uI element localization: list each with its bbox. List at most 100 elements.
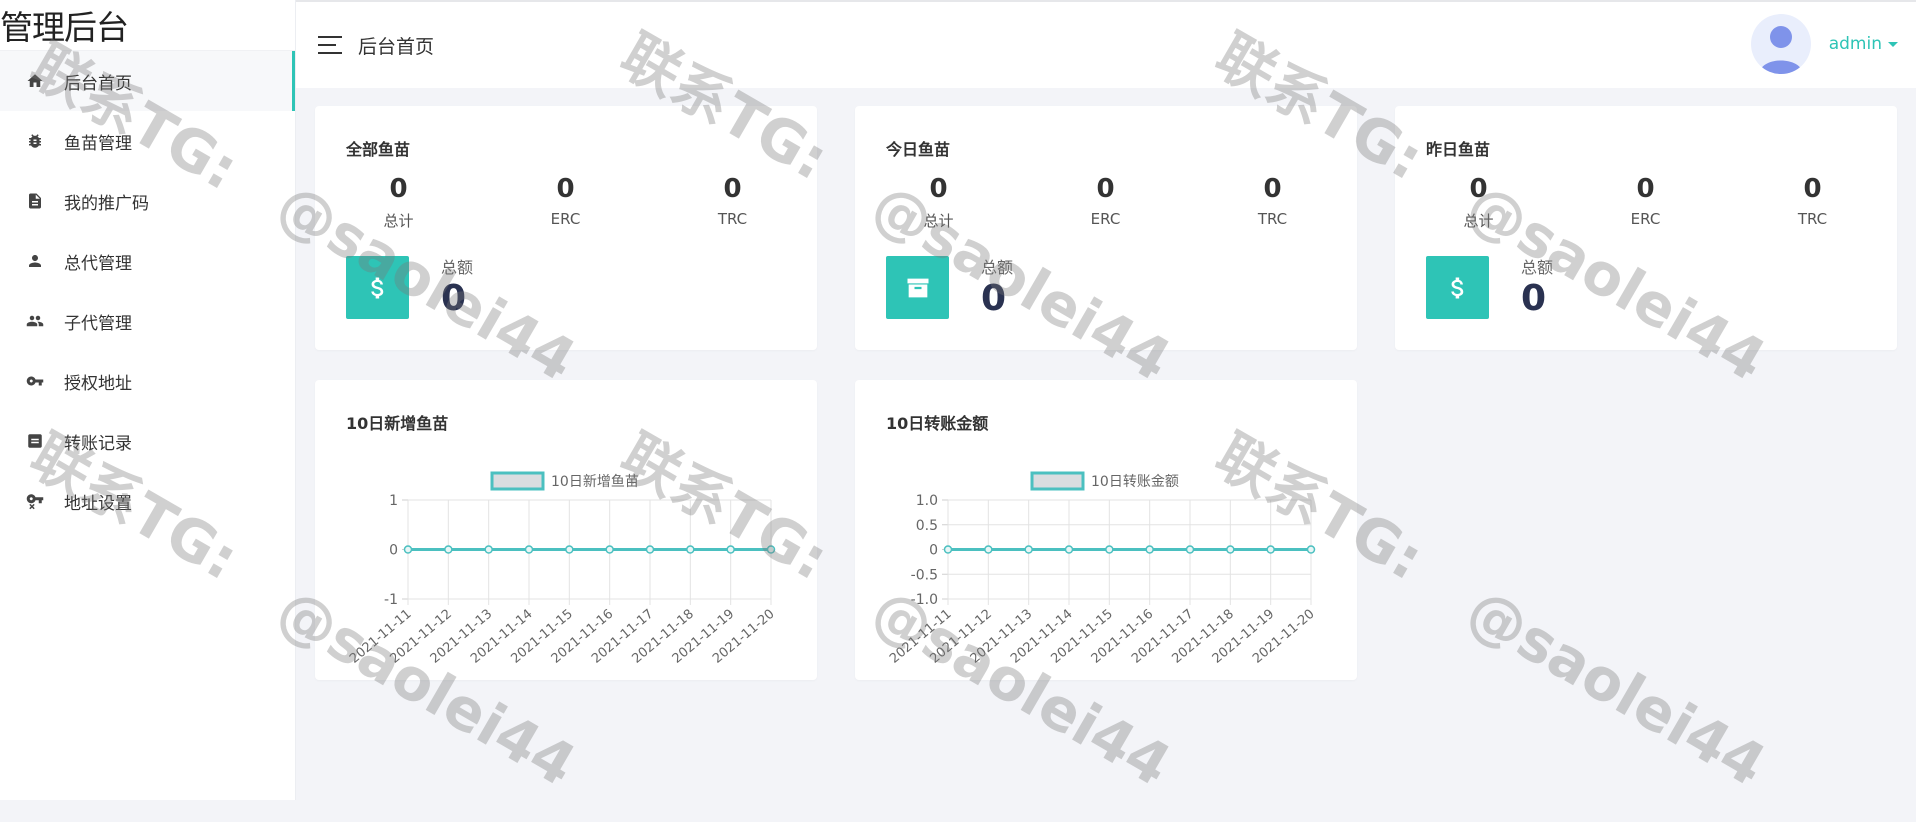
y-tick-label: 1 xyxy=(389,493,398,509)
stat-trc: 0 TRC xyxy=(1729,172,1896,231)
stat-erc: 0 ERC xyxy=(482,172,649,231)
y-tick-label: -1 xyxy=(384,592,398,608)
avatar xyxy=(1750,14,1811,74)
y-tick-label: 0 xyxy=(389,543,398,559)
chart-card-transfer-amount: 10日转账金额 10日转账金额 1.0 0.5 0 -0.5 -1.0 2021-11-11… xyxy=(855,380,1357,680)
sidebar: 管理后台 后台首页 鱼苗管理 我的推广码 总代管理 子代管理 授权地址 转账记录… xyxy=(0,0,296,800)
data-point xyxy=(1226,545,1235,554)
legend-swatch xyxy=(490,471,545,491)
top-header: 后台首页 admin xyxy=(296,0,1916,88)
data-point xyxy=(1306,545,1316,554)
card-title: 昨日鱼苗 xyxy=(1426,140,1491,159)
username: admin xyxy=(1828,34,1882,54)
chart-card-new-fish: 10日新增鱼苗 10日新增鱼苗 1 0 -1 2021-11-11 2021-11-12 2… xyxy=(315,380,817,680)
stat-value: 0 xyxy=(1803,174,1822,204)
sidebar-item-general-agent[interactable]: 总代管理 xyxy=(0,231,295,291)
line-chart-transfer-amount: 10日转账金额1.00.50-0.5-1.02021-11-112021-11-… xyxy=(887,471,1318,667)
list-icon xyxy=(24,430,46,452)
dollar-icon xyxy=(1426,256,1489,319)
legend-label: 10日转账金额 xyxy=(1091,474,1179,490)
card-all-fish: 全部鱼苗 0 总计 0 ERC 0 TRC 总额 0 xyxy=(315,106,817,350)
stat-value: 0 xyxy=(1636,174,1655,204)
stat-trc: 0 TRC xyxy=(649,172,816,231)
data-point xyxy=(565,545,574,554)
sidebar-item-label: 后台首页 xyxy=(64,73,132,94)
card-title: 今日鱼苗 xyxy=(886,140,951,159)
archive-icon xyxy=(886,256,949,319)
legend-swatch xyxy=(1030,471,1085,491)
chevron-down-icon xyxy=(1888,41,1898,47)
total-value: 0 xyxy=(1521,278,1547,319)
watermark-handle: @saolei44 xyxy=(1456,575,1777,800)
stat-total: 0 总计 xyxy=(315,172,482,231)
sidebar-item-fish-management[interactable]: 鱼苗管理 xyxy=(0,111,295,171)
sidebar-item-label: 地址设置 xyxy=(64,493,132,514)
stat-value: 0 xyxy=(929,174,948,204)
stat-label: ERC xyxy=(550,210,581,228)
stat-value: 0 xyxy=(1096,174,1115,204)
key-icon xyxy=(24,370,46,392)
menu-toggle-icon[interactable] xyxy=(318,36,342,54)
data-point xyxy=(726,545,735,554)
stat-trc: 0 TRC xyxy=(1189,172,1356,231)
sidebar-item-transfer-records[interactable]: 转账记录 xyxy=(0,411,295,471)
page-title: 后台首页 xyxy=(358,35,435,58)
users-icon xyxy=(24,310,46,332)
stats-row: 0 总计 0 ERC 0 TRC xyxy=(315,172,817,231)
stat-erc: 0 ERC xyxy=(1562,172,1729,231)
data-point xyxy=(645,545,655,554)
sidebar-item-label: 授权地址 xyxy=(64,373,132,394)
total-label: 总额 xyxy=(1521,258,1554,277)
stat-value: 0 xyxy=(1469,174,1488,204)
key-remove-icon xyxy=(24,490,46,512)
home-icon xyxy=(24,70,46,92)
sidebar-item-label: 总代管理 xyxy=(64,253,132,274)
total-value: 0 xyxy=(981,278,1007,319)
card-today-fish: 今日鱼苗 0 总计 0 ERC 0 TRC 总额 0 xyxy=(855,106,1357,350)
stat-label: TRC xyxy=(1257,210,1288,228)
data-point xyxy=(943,545,953,554)
sidebar-item-promo-code[interactable]: 我的推广码 xyxy=(0,171,295,231)
sidebar-item-sub-agent[interactable]: 子代管理 xyxy=(0,291,295,351)
data-point xyxy=(1185,545,1195,554)
data-point xyxy=(984,545,993,554)
data-point xyxy=(1064,545,1074,554)
data-point xyxy=(1266,545,1275,554)
stat-label: TRC xyxy=(1797,210,1828,228)
data-point xyxy=(524,545,534,554)
sidebar-item-dashboard[interactable]: 后台首页 xyxy=(0,51,295,111)
total-label: 总额 xyxy=(981,258,1014,277)
user-icon xyxy=(24,250,46,272)
data-point xyxy=(444,545,453,554)
y-tick-label: -1.0 xyxy=(911,592,938,608)
line-chart-new-fish: 10日新增鱼苗10-12021-11-112021-11-122021-11-1… xyxy=(347,471,778,667)
stat-value: 0 xyxy=(556,174,575,204)
brand-title: 管理后台 xyxy=(0,0,295,51)
sidebar-item-address-settings[interactable]: 地址设置 xyxy=(0,471,295,531)
stat-value: 0 xyxy=(723,174,742,204)
bug-icon xyxy=(24,130,46,152)
stat-label: ERC xyxy=(1630,210,1661,228)
dollar-icon xyxy=(346,256,409,319)
stat-label: 总计 xyxy=(1463,212,1494,230)
card-yesterday-fish: 昨日鱼苗 0 总计 0 ERC 0 TRC 总额 0 xyxy=(1395,106,1897,350)
y-tick-label: 1.0 xyxy=(916,493,938,509)
stat-label: 总计 xyxy=(923,212,954,230)
data-point xyxy=(484,545,493,554)
total-value: 0 xyxy=(441,278,467,319)
total-label: 总额 xyxy=(441,258,474,277)
stat-erc: 0 ERC xyxy=(1022,172,1189,231)
user-menu[interactable]: admin xyxy=(1750,14,1898,74)
legend-label: 10日新增鱼苗 xyxy=(551,473,639,490)
stat-label: ERC xyxy=(1090,210,1121,228)
chart-legend: 10日转账金额 xyxy=(1030,471,1179,491)
stat-total: 0 总计 xyxy=(855,172,1022,231)
stat-value: 0 xyxy=(1263,174,1282,204)
sidebar-item-authorized-address[interactable]: 授权地址 xyxy=(0,351,295,411)
sidebar-item-label: 子代管理 xyxy=(64,313,132,334)
stat-total: 0 总计 xyxy=(1395,172,1562,231)
stat-label: TRC xyxy=(717,210,748,228)
y-tick-label: -0.5 xyxy=(911,567,938,583)
sidebar-item-label: 转账记录 xyxy=(64,433,132,454)
data-point xyxy=(1024,545,1033,554)
